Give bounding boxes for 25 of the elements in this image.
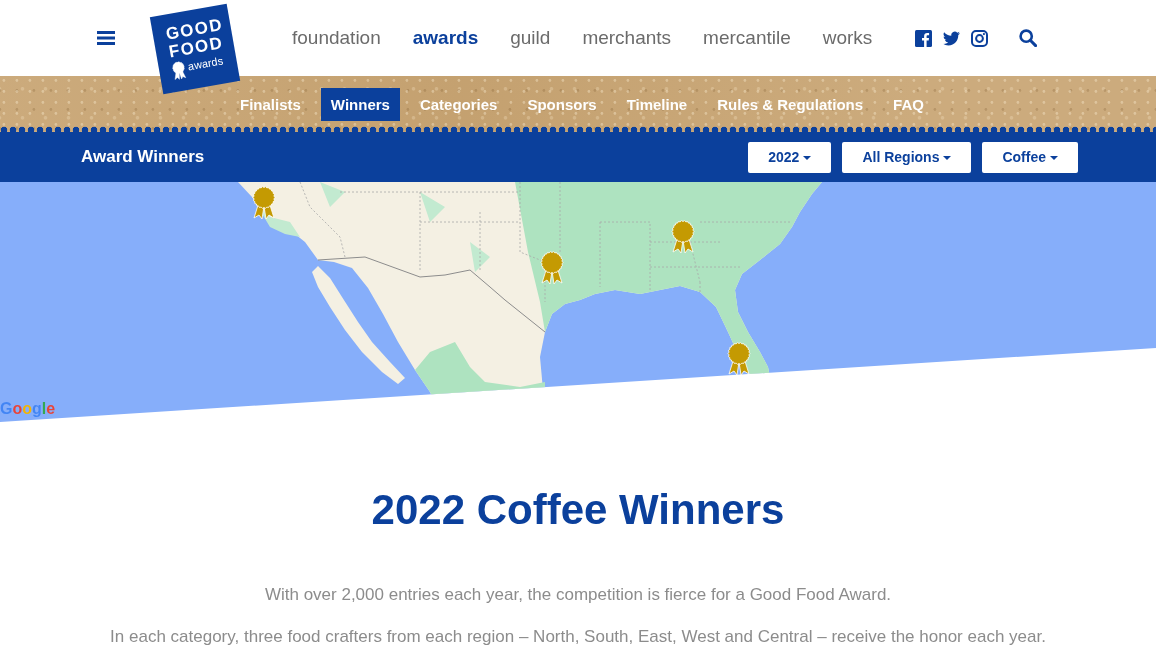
nav-link[interactable]: awards	[412, 26, 479, 50]
filter-dropdown[interactable]: Coffee	[982, 141, 1078, 173]
nav-link[interactable]: guild	[510, 26, 551, 50]
page-heading: 2022 Coffee Winners	[370, 486, 786, 534]
search-icon[interactable]	[1019, 29, 1038, 47]
filter-dropdown[interactable]: 2022	[748, 141, 832, 173]
nav-link[interactable]: foundation	[292, 26, 381, 50]
twitter-icon[interactable]	[943, 30, 961, 46]
subnav-link[interactable]: Winners	[320, 87, 400, 121]
caret-icon	[1050, 155, 1058, 160]
section-title: Award Winners	[81, 147, 205, 167]
intro-paragraph: With over 2,000 entries each year, the competition is fierce for a Good Food Award.	[263, 584, 893, 606]
caret-icon	[803, 155, 812, 160]
intro-paragraph: In each category, three food crafters from each region – North, South, East, West and Central – receive the honor each year.	[109, 626, 1047, 648]
menu-icon[interactable]	[97, 31, 115, 45]
nav-link[interactable]: merchants	[582, 26, 672, 50]
ribbon-icon	[170, 60, 188, 82]
nav-link[interactable]: mercantile	[703, 26, 791, 50]
filter-dropdown[interactable]: All Regions	[842, 141, 972, 173]
facebook-icon[interactable]	[915, 29, 933, 47]
caret-icon	[943, 155, 952, 160]
award-ribbon-icon[interactable]	[727, 342, 751, 376]
nav-link[interactable]: works	[822, 26, 873, 50]
logo[interactable]: GOOD FOOD awards	[149, 3, 241, 95]
instagram-icon[interactable]	[971, 29, 989, 47]
